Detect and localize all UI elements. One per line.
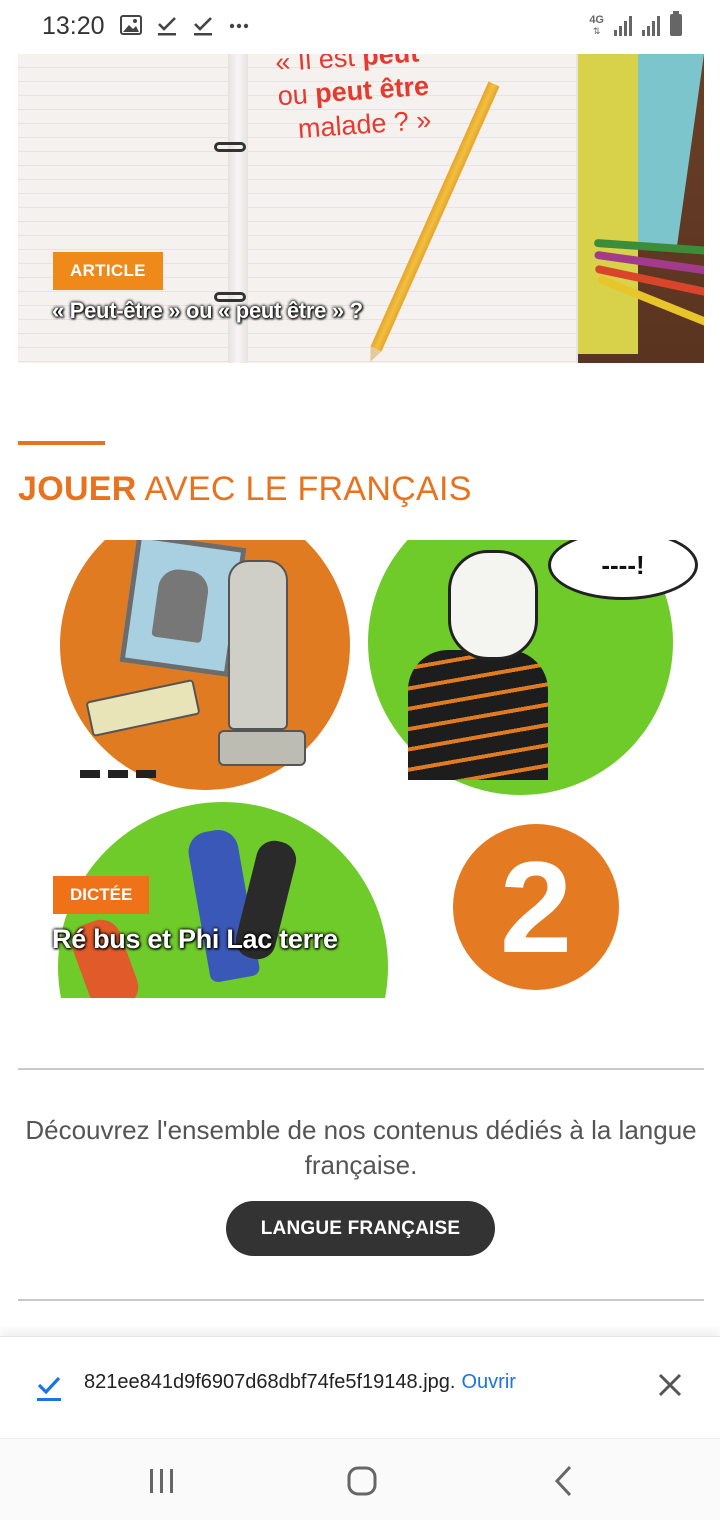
divider xyxy=(18,1299,704,1301)
download-message: 821ee841d9f6907d68dbf74fe5f19148.jpg. Ouv… xyxy=(84,1371,516,1394)
colored-pencils-image xyxy=(593,233,704,328)
signal-icon xyxy=(642,14,660,36)
more-dots-icon xyxy=(229,23,249,29)
open-download-link[interactable]: Ouvrir xyxy=(461,1371,515,1393)
download-complete-icon xyxy=(37,1376,61,1401)
network-type-icon: 4G ⇅ xyxy=(589,14,604,37)
download-bar: 821ee841d9f6907d68dbf74fe5f19148.jpg. Ouv… xyxy=(0,1336,720,1438)
home-icon[interactable] xyxy=(342,1461,382,1501)
number-circle: 2 xyxy=(453,824,619,990)
status-time: 13:20 xyxy=(42,12,105,40)
article-title[interactable]: « Peut-être » ou « peut être » ? xyxy=(52,298,363,324)
dictee-tag: DICTÉE xyxy=(53,876,150,914)
download-filename: 821ee841d9f6907d68dbf74fe5f19148.jpg. xyxy=(84,1371,456,1393)
recent-apps-icon[interactable] xyxy=(142,1461,182,1501)
close-icon[interactable] xyxy=(656,1371,684,1399)
ring-icon xyxy=(214,142,246,152)
battery-icon xyxy=(670,11,682,36)
status-icons-right: 4G ⇅ xyxy=(589,11,682,37)
number-two: 2 xyxy=(499,834,573,980)
divider xyxy=(18,1068,704,1070)
notebook-quote: « Il est peut ou peut être malade ? » xyxy=(274,54,433,144)
article-card[interactable]: « Il est peut ou peut être malade ? » AR… xyxy=(18,54,704,363)
image-icon xyxy=(120,15,142,35)
status-icons-left xyxy=(120,14,250,36)
system-nav-bar xyxy=(0,1438,720,1520)
thinking-man-illustration xyxy=(408,650,548,780)
back-icon[interactable] xyxy=(545,1461,585,1501)
dictee-card[interactable]: ----! 2 DICTÉE Ré bus et Phi Lac terre xyxy=(18,540,704,998)
section-accent-rule xyxy=(18,441,105,445)
check-icon xyxy=(194,17,212,36)
signal-icon xyxy=(614,14,632,36)
section-title: JOUER AVEC LE FRANÇAIS xyxy=(18,470,472,508)
status-bar: 13:20 4G ⇅ xyxy=(0,0,720,54)
check-icon xyxy=(158,17,176,36)
discover-text: Découvrez l'ensemble de nos contenus déd… xyxy=(25,1115,697,1180)
dictee-title[interactable]: Ré bus et Phi Lac terre xyxy=(52,924,338,955)
article-tag: ARTICLE xyxy=(53,252,163,290)
statue-illustration xyxy=(228,560,288,730)
langue-francaise-button[interactable]: LANGUE FRANÇAISE xyxy=(226,1201,495,1256)
